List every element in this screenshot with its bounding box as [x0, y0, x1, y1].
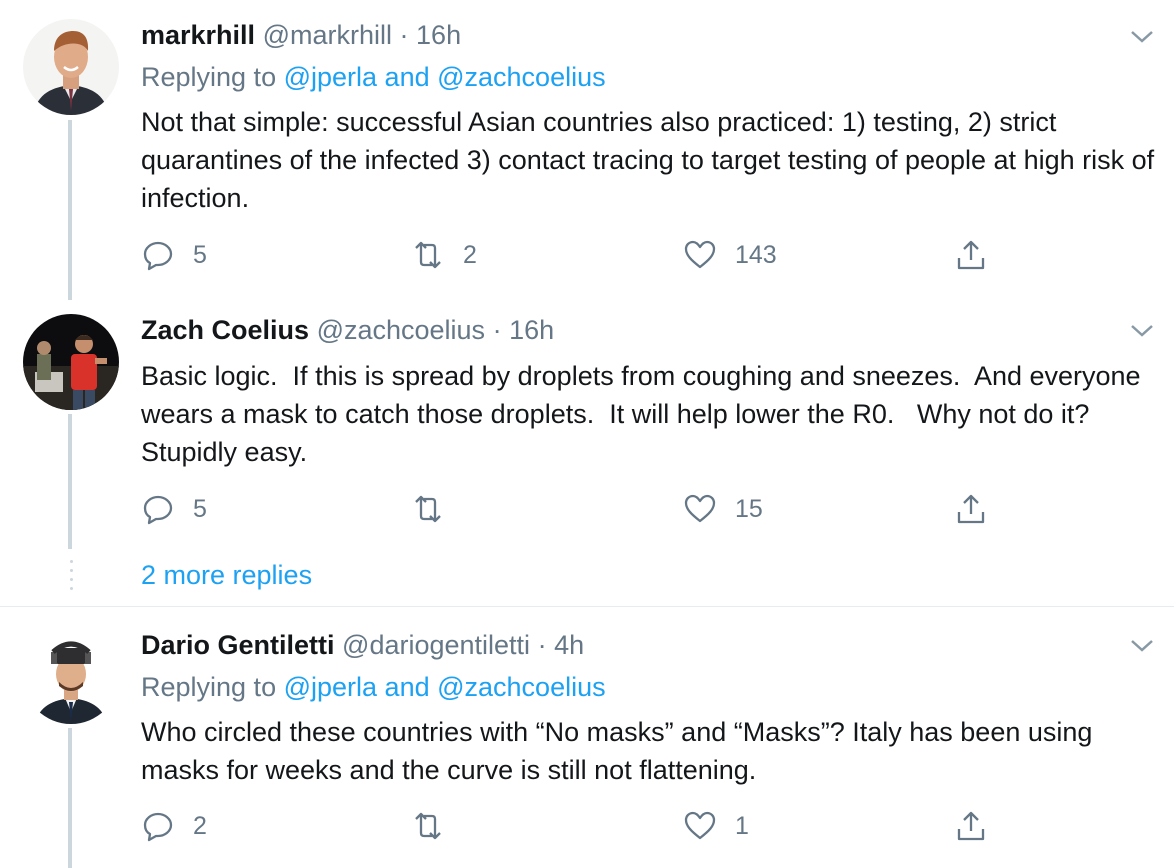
retweet-icon [415, 495, 441, 523]
divider [0, 606, 1174, 607]
reply-button[interactable]: 2 [141, 806, 207, 846]
like-button[interactable]: 15 [683, 489, 763, 529]
timestamp[interactable]: 16h [416, 20, 461, 50]
retweet-button[interactable] [411, 489, 463, 529]
share-icon [957, 240, 985, 270]
separator-dot: · [399, 20, 409, 50]
like-icon [684, 811, 716, 840]
timestamp[interactable]: 4h [554, 630, 584, 660]
tweet-text: Basic logic. If this is spread by drople… [141, 361, 1149, 467]
author-handle[interactable]: @zachcoelius [317, 315, 486, 345]
reply-button[interactable]: 5 [141, 489, 207, 529]
chevron-down-icon[interactable] [1128, 27, 1156, 47]
like-icon [684, 494, 716, 523]
replying-to: Replying to @jperla and @zachcoelius [141, 62, 606, 93]
like-count: 143 [735, 240, 777, 269]
thread-line [68, 120, 72, 300]
share-button[interactable] [954, 489, 988, 529]
thread-line [68, 728, 72, 868]
chevron-down-icon[interactable] [1128, 636, 1156, 656]
replying-to: Replying to @jperla and @zachcoelius [141, 672, 606, 703]
author-name[interactable]: Dario Gentiletti [141, 630, 335, 660]
reply-icon [143, 812, 173, 842]
avatar[interactable] [23, 628, 119, 724]
avatar[interactable] [23, 314, 119, 410]
like-count: 15 [735, 494, 763, 523]
reply-mentions[interactable]: @jperla and @zachcoelius [284, 62, 606, 92]
reply-button[interactable]: 5 [141, 235, 207, 275]
retweet-icon [415, 812, 441, 840]
tweet-text: Not that simple: successful Asian countr… [141, 107, 1162, 213]
like-button[interactable]: 1 [683, 806, 749, 846]
reply-count: 5 [193, 494, 207, 523]
thread-line [68, 414, 72, 549]
replying-prefix: Replying to [141, 672, 277, 702]
retweet-icon [415, 241, 441, 269]
tweet-actions: 2 1 [141, 806, 1001, 846]
separator-dot: · [492, 315, 502, 345]
tweet-text: Who circled these countries with “No mas… [141, 717, 1100, 785]
retweet-button[interactable] [411, 806, 463, 846]
tweet-actions: 5 2 143 [141, 235, 1001, 275]
like-count: 1 [735, 811, 749, 840]
more-replies-link[interactable]: 2 more replies [141, 560, 312, 591]
timestamp[interactable]: 16h [509, 315, 554, 345]
reply-icon [143, 495, 173, 525]
thread-dots [70, 560, 74, 596]
like-button[interactable]: 143 [683, 235, 777, 275]
retweet-count: 2 [463, 240, 477, 269]
author-name[interactable]: Zach Coelius [141, 315, 309, 345]
author-name[interactable]: markrhill [141, 20, 255, 50]
chevron-down-icon[interactable] [1128, 321, 1156, 341]
retweet-button[interactable]: 2 [411, 235, 477, 275]
tweet-actions: 5 15 [141, 489, 1001, 529]
reply-mentions[interactable]: @jperla and @zachcoelius [284, 672, 606, 702]
author-handle[interactable]: @markrhill [263, 20, 392, 50]
share-icon [957, 811, 985, 841]
like-icon [684, 240, 716, 269]
reply-icon [143, 241, 173, 271]
avatar[interactable] [23, 19, 119, 115]
author-handle[interactable]: @dariogentiletti [342, 630, 530, 660]
reply-count: 5 [193, 240, 207, 269]
separator-dot: · [537, 630, 547, 660]
replying-prefix: Replying to [141, 62, 277, 92]
share-button[interactable] [954, 806, 988, 846]
share-button[interactable] [954, 235, 988, 275]
share-icon [957, 494, 985, 524]
reply-count: 2 [193, 811, 207, 840]
